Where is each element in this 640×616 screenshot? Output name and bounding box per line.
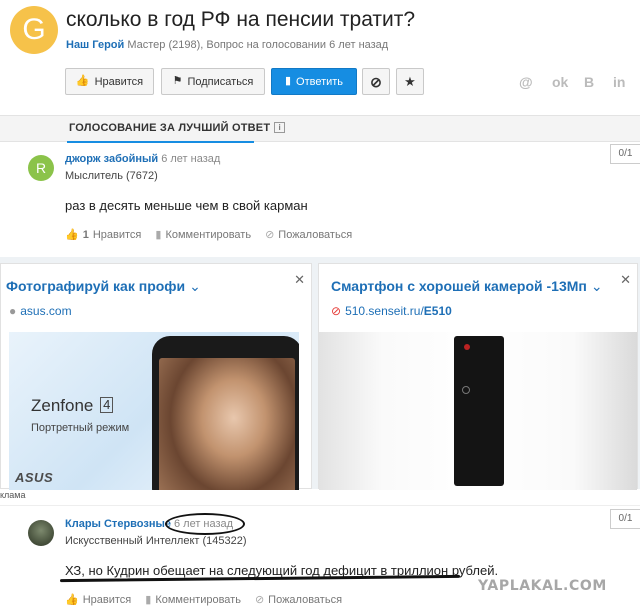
question-meta-text: Мастер (2198), Вопрос на голосовании 6 л…: [124, 39, 389, 51]
answer-report-label: Пожаловаться: [268, 593, 343, 606]
tab-voting[interactable]: ГОЛОСОВАНИЕ ЗА ЛУЧШИЙ ОТВЕТ i: [69, 122, 286, 134]
ad-label: клама: [0, 490, 26, 500]
answer-item: Клары Стервозные 6 лет назад Искусственны…: [0, 505, 640, 616]
phone-image: [454, 336, 504, 486]
report-icon: ⊘: [265, 229, 275, 241]
like-button-label: Нравится: [94, 75, 144, 88]
answer-comment-action[interactable]: ▮ Комментировать: [145, 593, 241, 607]
ad-domain[interactable]: ● asus.com: [9, 304, 72, 318]
ad-title-text: Фотографируй как профи: [6, 278, 186, 294]
question-meta: Наш Герой Мастер (2198), Вопрос на голос…: [66, 39, 388, 51]
author-link[interactable]: Наш Герой: [66, 39, 124, 51]
answer-comment-action[interactable]: ▮ Комментировать: [155, 228, 252, 242]
thumb-up-icon: 👍: [65, 594, 79, 606]
subscribe-button[interactable]: ⚑ Подписаться: [161, 68, 265, 95]
ad-brand-name: Zenfone: [31, 396, 94, 415]
answer-report-label: Пожаловаться: [278, 228, 353, 241]
answer-item: R джорж забойный 6 лет назад Мыслитель (7…: [0, 143, 640, 255]
answer-author-name[interactable]: джорж забойный: [65, 153, 158, 165]
close-icon[interactable]: ✕: [620, 272, 631, 288]
answer-author: джорж забойный 6 лет назад: [65, 153, 220, 165]
ads-area: Фотографируй как профи ⌄ ✕ ● asus.com Zenf…: [0, 257, 640, 490]
report-icon: ⊘: [254, 594, 265, 606]
vote-counter: 0/1: [610, 144, 640, 164]
star-icon: ★: [404, 74, 416, 89]
odnoklassniki-share-icon[interactable]: ok: [552, 74, 568, 90]
answer-report-action[interactable]: ⊘ Пожаловаться: [254, 593, 343, 607]
close-icon[interactable]: ✕: [294, 272, 305, 288]
comment-icon: ▮: [145, 594, 152, 606]
ad-image[interactable]: Zenfone 4 Портретный режим ASUS: [9, 332, 299, 490]
answer-like-label: Нравится: [92, 228, 142, 241]
phone-logo: [462, 386, 470, 394]
ad-title-text: Смартфон с хорошей камерой -13Мп: [331, 278, 587, 294]
ad-brand-title: Zenfone 4: [31, 396, 114, 416]
ad-title[interactable]: Смартфон с хорошей камерой -13Мп ⌄: [331, 278, 603, 295]
globe-icon: ●: [9, 304, 17, 318]
ad-domain-model: E510: [423, 304, 452, 318]
answer-time: 6 лет назад: [161, 153, 221, 165]
linkedin-share-icon[interactable]: in: [613, 74, 625, 90]
answer-text: раз в десять меньше чем в свой карман: [65, 198, 308, 213]
annotation-ellipse: [165, 513, 245, 535]
answer-avatar[interactable]: [28, 520, 54, 546]
answer-avatar[interactable]: R: [28, 155, 54, 181]
favorite-button[interactable]: ★: [396, 68, 424, 95]
asus-logo: ASUS: [15, 470, 54, 485]
phone-image: [152, 336, 299, 490]
answer-like-action[interactable]: 👍 Нравится: [65, 593, 132, 607]
block-button[interactable]: ⊘: [362, 68, 390, 95]
answer-like-count: 1: [82, 228, 89, 241]
vk-share-icon[interactable]: B: [584, 74, 594, 90]
answer-report-action[interactable]: ⊘ Пожаловаться: [265, 228, 353, 242]
answer-like-label: Нравится: [82, 593, 132, 606]
answer-comment-label: Комментировать: [155, 593, 241, 606]
ad-card[interactable]: Смартфон с хорошей камерой -13Мп ⌄ ✕ ⊘ 510…: [318, 263, 638, 490]
subscribe-button-label: Подписаться: [187, 75, 254, 88]
block-icon: ⊘: [370, 73, 382, 90]
answer-button[interactable]: ▮ Ответить: [271, 68, 357, 95]
tab-voting-label: ГОЛОСОВАНИЕ ЗА ЛУЧШИЙ ОТВЕТ: [69, 122, 271, 134]
forbidden-icon: ⊘: [331, 304, 342, 318]
speech-bubble-icon: ▮: [284, 75, 292, 87]
ad-image[interactable]: [319, 332, 637, 490]
info-icon[interactable]: i: [274, 122, 286, 133]
ad-brand-subtitle: Портретный режим: [31, 422, 130, 434]
question-title: сколько в год РФ на пенсии тратит?: [66, 8, 416, 31]
answer-actions: 👍 Нравится ▮ Комментировать ⊘ Пожаловать…: [65, 593, 343, 607]
phone-screen: [159, 358, 295, 490]
question-header: G сколько в год РФ на пенсии тратит? Наш…: [0, 0, 640, 115]
answer-button-label: Ответить: [296, 75, 344, 88]
thumb-up-icon: 👍: [75, 75, 90, 87]
ad-domain-text: asus.com: [20, 304, 72, 318]
ad-card[interactable]: Фотографируй как профи ⌄ ✕ ● asus.com Zenf…: [0, 263, 312, 490]
like-button[interactable]: 👍 Нравится: [65, 68, 154, 95]
chevron-down-icon: ⌄: [189, 278, 201, 294]
author-avatar[interactable]: G: [10, 6, 58, 54]
ad-brand-number: 4: [100, 397, 114, 413]
answer-actions: 👍 1 Нравится ▮ Комментировать ⊘ Пожалова…: [65, 228, 353, 242]
answer-rank: Мыслитель (7672): [65, 170, 158, 182]
answer-comment-label: Комментировать: [165, 228, 252, 241]
ad-title[interactable]: Фотографируй как профи ⌄: [6, 278, 201, 295]
vote-counter: 0/1: [610, 509, 640, 529]
answer-author-name[interactable]: Клары Стервозные: [65, 518, 171, 530]
ad-domain-text: 510.senseit.ru/: [345, 304, 424, 318]
thumb-up-icon: 👍: [65, 229, 79, 241]
camera-icon: [464, 344, 470, 350]
chevron-down-icon: ⌄: [590, 278, 603, 294]
tab-strip: ГОЛОСОВАНИЕ ЗА ЛУЧШИЙ ОТВЕТ i: [0, 115, 640, 143]
ad-domain[interactable]: ⊘ 510.senseit.ru/E510: [331, 304, 452, 318]
comment-icon: ▮: [155, 229, 162, 241]
answer-rank: Искусственный Интеллект (145322): [65, 535, 247, 547]
answer-like-action[interactable]: 👍 1 Нравится: [65, 228, 142, 242]
bookmark-icon: ⚑: [172, 75, 183, 87]
watermark: YAPLAKAL.COM: [478, 578, 607, 594]
mail-share-icon[interactable]: @: [519, 74, 533, 90]
